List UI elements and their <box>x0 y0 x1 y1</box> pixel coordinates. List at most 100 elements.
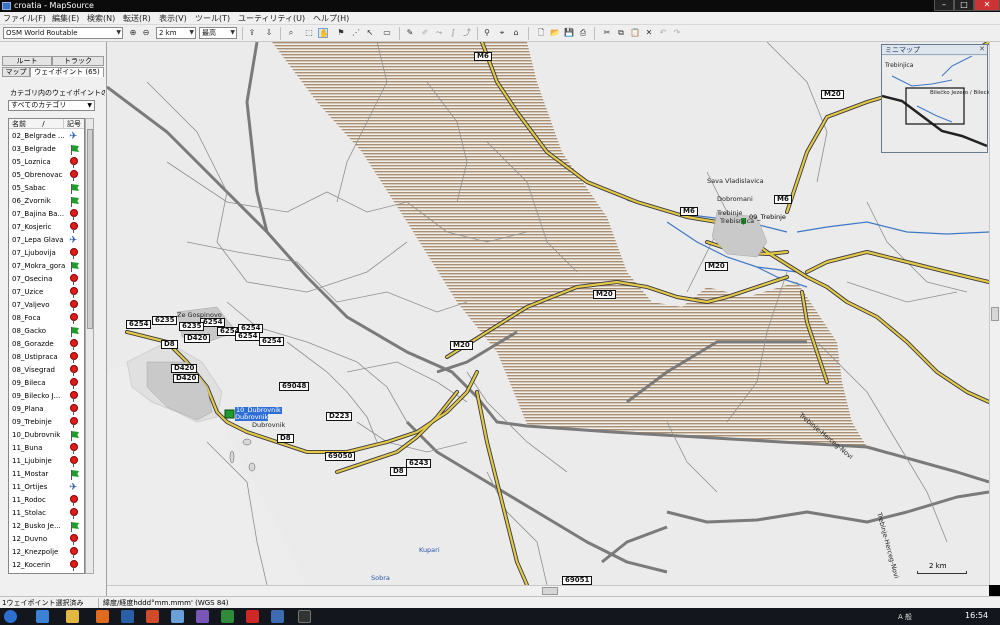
redo-icon[interactable]: ↷ <box>672 28 682 38</box>
waypoint-row[interactable]: 05_Sabac <box>9 182 84 195</box>
waypoint-row[interactable]: 12_Busko Je... <box>9 520 84 533</box>
connect-tool-icon[interactable]: ⤳ <box>434 28 444 38</box>
waypoint-row[interactable]: 09_Bilecko J... <box>9 390 84 403</box>
mapsource-taskbar-icon[interactable] <box>271 610 284 623</box>
menu-file[interactable]: ファイル(F) <box>3 13 46 24</box>
tab-route[interactable]: ルート <box>2 56 52 66</box>
divide-tool-icon[interactable]: ⤴ <box>462 28 472 38</box>
start-button[interactable] <box>4 610 17 623</box>
waypoint-row[interactable]: 07_Uzice <box>9 286 84 299</box>
waypoint-row[interactable]: 08_Foca <box>9 312 84 325</box>
road-shield[interactable]: D420 <box>173 374 200 383</box>
waypoint-row[interactable]: 11_Ortijes ✈ <box>9 481 84 494</box>
waypoint-row[interactable]: 08_Gorazde <box>9 338 84 351</box>
waypoint-row[interactable]: 12_Knezpolje <box>9 546 84 559</box>
scrollbar-thumb[interactable] <box>87 129 93 329</box>
menu-tools[interactable]: ツール(T) <box>195 13 230 24</box>
waypoint-row[interactable]: 07_Kosjeric <box>9 221 84 234</box>
minimap[interactable]: ミニマップ ✕ Trebinjica Bilečko Jezero / Bile… <box>881 44 993 153</box>
road-shield[interactable]: 6254 <box>235 332 261 341</box>
maximize-button[interactable]: □ <box>954 0 974 11</box>
waypoint-row[interactable]: 07_Valjevo <box>9 299 84 312</box>
delete-icon[interactable]: ✕ <box>644 28 654 38</box>
join-tool-icon[interactable]: ∫ <box>448 28 458 38</box>
selection-tool-icon[interactable]: ⬚ <box>304 28 314 38</box>
app-taskbar-icon[interactable] <box>298 610 311 623</box>
word-taskbar-icon[interactable] <box>121 610 134 623</box>
print-icon[interactable]: ⎙ <box>578 28 588 38</box>
waypoint-row[interactable]: 11_Mostar <box>9 468 84 481</box>
road-shield[interactable]: M6 <box>474 52 492 61</box>
waypoint-row[interactable]: 07_Mokra_gora <box>9 260 84 273</box>
paste-icon[interactable]: 📋 <box>630 28 640 38</box>
waypoint-row[interactable]: 03_Belgrade <box>9 143 84 156</box>
road-shield[interactable]: 6243 <box>406 459 432 468</box>
menu-transfer[interactable]: 転送(R) <box>123 13 151 24</box>
hand-tool-icon[interactable]: ✋ <box>318 28 329 38</box>
waypoint-label[interactable]: Dubrovnik <box>235 414 269 421</box>
waypoint-row[interactable]: 07_Bajina Ba... <box>9 208 84 221</box>
road-shield[interactable]: M20 <box>821 90 844 99</box>
waypoint-list-scrollbar[interactable] <box>85 118 94 574</box>
menu-utilities[interactable]: ユーティリティ(U) <box>238 13 305 24</box>
road-shield[interactable]: D8 <box>277 434 294 443</box>
waypoint-row[interactable]: 11_Stolac <box>9 507 84 520</box>
language-indicator[interactable]: A 般 <box>898 612 912 622</box>
category-select[interactable]: すべてのカテゴリ ▼ <box>8 100 95 111</box>
explorer-taskbar-icon[interactable] <box>66 610 79 623</box>
waypoint-row[interactable]: 11_Buna <box>9 442 84 455</box>
tab-waypoints[interactable]: ウェイポイント (65) <box>30 67 104 77</box>
road-shield[interactable]: 69048 <box>279 382 310 391</box>
zoom-tool-icon[interactable]: ⌕ <box>286 28 296 38</box>
road-shield[interactable]: M6 <box>680 207 698 216</box>
zoom-in-icon[interactable]: ⊕ <box>128 28 138 38</box>
clock[interactable]: 16:54 <box>965 611 988 621</box>
road-shield[interactable]: 6235 <box>152 316 178 325</box>
menu-help[interactable]: ヘルプ(H) <box>313 13 349 24</box>
waypoint-row[interactable]: 10_Dubrovnik <box>9 429 84 442</box>
waypoint-row[interactable]: 09_Plana <box>9 403 84 416</box>
acrobat-taskbar-icon[interactable] <box>246 610 259 623</box>
close-icon[interactable]: ✕ <box>979 45 985 53</box>
road-shield[interactable]: M20 <box>705 262 728 271</box>
waypoint-row[interactable]: 09_Trebinje <box>9 416 84 429</box>
map-product-select[interactable]: OSM World Routable ▼ <box>3 27 123 39</box>
road-shield[interactable]: D8 <box>390 467 407 476</box>
zoom-scale-select[interactable]: 2 km ▼ <box>156 27 196 39</box>
route-tool-icon[interactable]: ⋰ <box>351 28 361 38</box>
road-shield[interactable]: M6 <box>774 195 792 204</box>
receive-from-device-icon[interactable]: ⇩ <box>264 28 274 38</box>
road-shield[interactable]: M20 <box>450 341 473 350</box>
save-file-icon[interactable]: 💾 <box>564 28 574 38</box>
waypoint-row[interactable]: 02_Belgrade ... ✈ <box>9 130 84 143</box>
copy-icon[interactable]: ⧉ <box>616 28 626 38</box>
column-header-name[interactable]: 名前 / <box>9 119 63 129</box>
find-address-icon[interactable]: ⌂ <box>511 28 521 38</box>
undo-icon[interactable]: ↶ <box>658 28 668 38</box>
find-places-icon[interactable]: ⚲ <box>482 28 492 38</box>
map-canvas[interactable] <box>107 42 989 585</box>
new-file-icon[interactable]: 🗋 <box>536 28 546 38</box>
minimize-button[interactable]: – <box>934 0 954 11</box>
powerpoint-taskbar-icon[interactable] <box>146 610 159 623</box>
waypoint-row[interactable]: 11_Ljubinje <box>9 455 84 468</box>
map-horizontal-scrollbar[interactable] <box>107 585 989 596</box>
excel-taskbar-icon[interactable] <box>221 610 234 623</box>
cut-icon[interactable]: ✂ <box>602 28 612 38</box>
measure-tool-icon[interactable]: ▭ <box>380 28 394 38</box>
waypoint-row[interactable]: 08_Visegrad <box>9 364 84 377</box>
open-file-icon[interactable]: 📂 <box>550 28 560 38</box>
app-taskbar-icon[interactable] <box>196 610 209 623</box>
waypoint-row[interactable]: 12_Kocerin <box>9 559 84 572</box>
send-to-device-icon[interactable]: ⇪ <box>247 28 257 38</box>
close-button[interactable]: ✕ <box>974 0 1000 11</box>
menu-find[interactable]: 検索(N) <box>87 13 115 24</box>
tab-track[interactable]: トラック <box>52 56 104 66</box>
waypoint-row[interactable]: 05_Obrenovac <box>9 169 84 182</box>
eraser-tool-icon[interactable]: ✐ <box>420 28 430 38</box>
road-shield[interactable]: D420 <box>171 364 198 373</box>
app-taskbar-icon[interactable] <box>171 610 184 623</box>
scrollbar-thumb[interactable] <box>991 307 999 321</box>
road-shield[interactable]: D223 <box>326 412 353 421</box>
waypoint-label[interactable]: 09_Trebinje <box>749 214 786 221</box>
